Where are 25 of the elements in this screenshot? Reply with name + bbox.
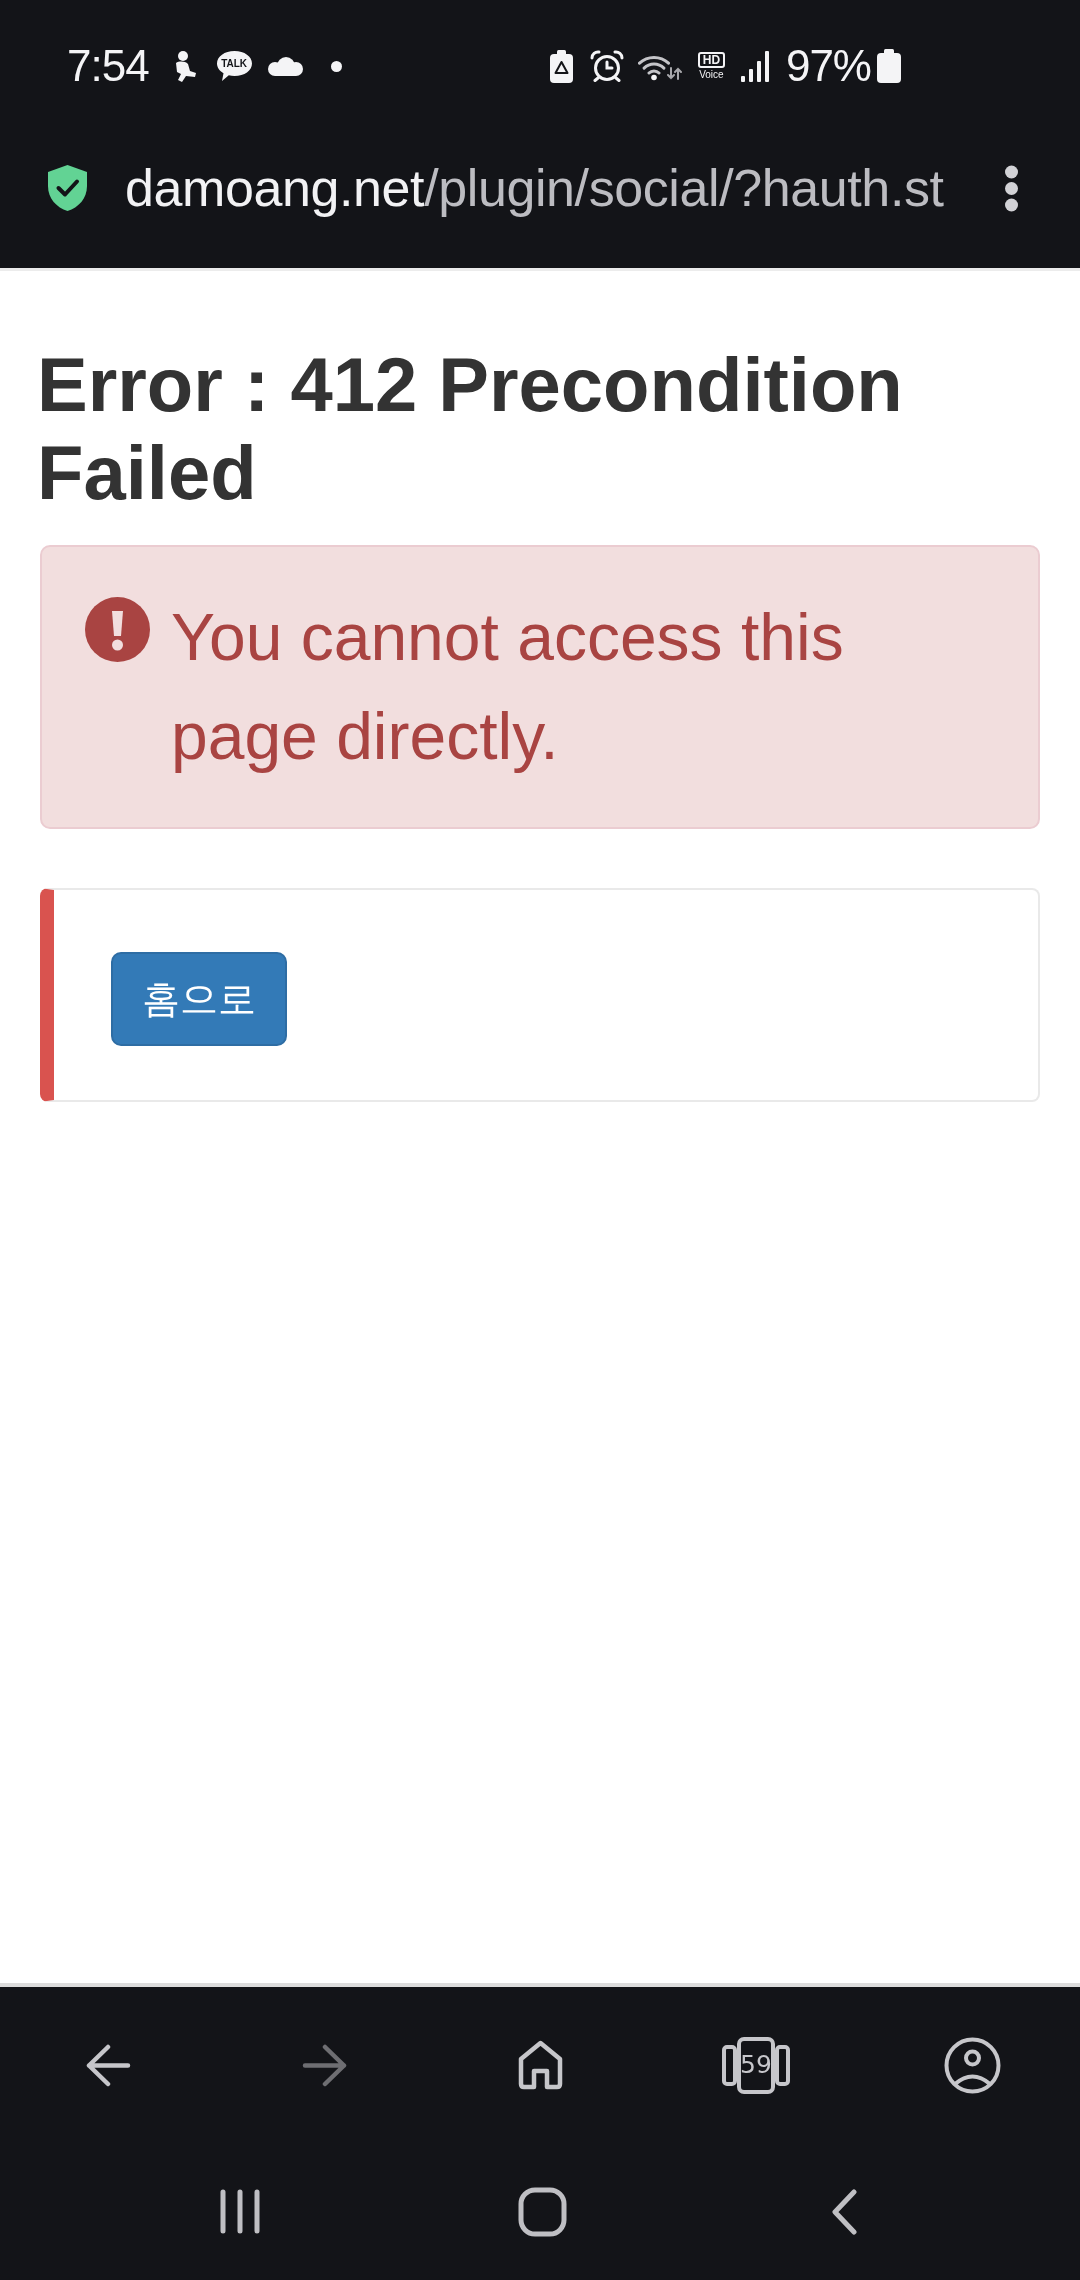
voice-label: Voice bbox=[699, 69, 724, 80]
shield-check-icon bbox=[47, 164, 88, 212]
home-square-icon[interactable] bbox=[517, 2186, 567, 2237]
dot-icon bbox=[330, 60, 342, 72]
exclamation-circle-icon bbox=[85, 597, 150, 662]
back-chevron-icon[interactable] bbox=[830, 2188, 858, 2235]
recent-apps-icon[interactable] bbox=[218, 2189, 262, 2234]
tabs-icon bbox=[722, 2036, 790, 2094]
battery-recycle-icon bbox=[549, 49, 573, 83]
hd-label: HD bbox=[697, 52, 726, 68]
alarm-clock-icon bbox=[589, 50, 624, 82]
account-circle-icon[interactable] bbox=[943, 2036, 1001, 2094]
tab-switcher-button[interactable]: 59 bbox=[722, 2036, 790, 2094]
cloud-icon bbox=[266, 56, 304, 76]
home-button[interactable]: 홈으로 bbox=[111, 952, 287, 1046]
home-icon[interactable] bbox=[516, 2040, 564, 2090]
alert-message: You cannot access this page directly. bbox=[171, 599, 845, 775]
error-heading: Error : 412 Precondition Failed bbox=[37, 341, 904, 517]
battery-icon bbox=[877, 49, 901, 83]
signal-bars-icon bbox=[740, 50, 769, 82]
back-arrow-icon[interactable] bbox=[85, 2043, 131, 2087]
battery-percent: 97% bbox=[785, 41, 871, 91]
chat-notification-badge: TALK bbox=[215, 50, 253, 82]
more-options-icon[interactable] bbox=[1004, 164, 1019, 212]
clock-time: 7:54 bbox=[67, 41, 149, 91]
